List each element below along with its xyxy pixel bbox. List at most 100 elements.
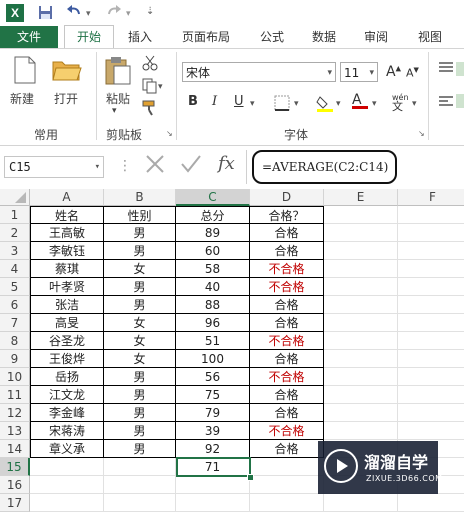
cell-a16[interactable] <box>30 476 104 494</box>
cell-b8[interactable]: 女 <box>104 332 176 350</box>
clipboard-launcher-icon[interactable]: ↘ <box>166 129 173 138</box>
row-header-7[interactable]: 7 <box>0 314 30 332</box>
merge-center-icon[interactable] <box>456 94 464 108</box>
cell-e1[interactable] <box>324 206 398 224</box>
cell-f8[interactable] <box>398 332 464 350</box>
row-header-5[interactable]: 5 <box>0 278 30 296</box>
insert-function-button[interactable]: fx <box>218 153 235 174</box>
cell-e9[interactable] <box>324 350 398 368</box>
cell-b10[interactable]: 男 <box>104 368 176 386</box>
tab-insert[interactable]: 插入 <box>120 26 160 48</box>
cell-c4[interactable]: 58 <box>176 260 250 278</box>
row-header-15[interactable]: 15 <box>0 458 30 476</box>
row-header-13[interactable]: 13 <box>0 422 30 440</box>
cell-e11[interactable] <box>324 386 398 404</box>
cell-d5[interactable]: 不合格 <box>250 278 324 296</box>
cell-b12[interactable]: 男 <box>104 404 176 422</box>
cell-f5[interactable] <box>398 278 464 296</box>
phonetic-dropdown-icon[interactable]: ▾ <box>412 99 417 109</box>
confirm-entry-icon[interactable] <box>180 152 202 179</box>
cell-e12[interactable] <box>324 404 398 422</box>
cell-a3[interactable]: 李敏钰 <box>30 242 104 260</box>
cell-a14[interactable]: 章义承 <box>30 440 104 458</box>
cell-e3[interactable] <box>324 242 398 260</box>
cell-d8[interactable]: 不合格 <box>250 332 324 350</box>
cell-e2[interactable] <box>324 224 398 242</box>
cell-c1[interactable]: 总分 <box>176 206 250 224</box>
cell-d11[interactable]: 合格 <box>250 386 324 404</box>
tab-home[interactable]: 开始 <box>64 25 114 49</box>
customize-quick-access-icon[interactable]: ⇣ <box>146 6 154 17</box>
format-painter-icon[interactable] <box>142 100 158 119</box>
cell-d2[interactable]: 合格 <box>250 224 324 242</box>
shrink-font-icon[interactable]: A▼ <box>406 66 419 80</box>
cell-b6[interactable]: 男 <box>104 296 176 314</box>
row-header-9[interactable]: 9 <box>0 350 30 368</box>
cell-d6[interactable]: 合格 <box>250 296 324 314</box>
paste-dropdown-icon[interactable]: ▾ <box>112 106 117 116</box>
cell-c3[interactable]: 60 <box>176 242 250 260</box>
italic-button[interactable]: I <box>212 94 217 109</box>
cell-c11[interactable]: 75 <box>176 386 250 404</box>
cell-d1[interactable]: 合格？ <box>250 206 324 224</box>
row-header-6[interactable]: 6 <box>0 296 30 314</box>
cell-a1[interactable]: 姓名 <box>30 206 104 224</box>
font-color-icon[interactable]: A <box>352 92 368 109</box>
borders-dropdown-icon[interactable]: ▾ <box>294 99 299 109</box>
cell-b17[interactable] <box>104 494 176 512</box>
open-folder-icon[interactable] <box>52 58 82 85</box>
cell-b14[interactable]: 男 <box>104 440 176 458</box>
cell-f4[interactable] <box>398 260 464 278</box>
cell-c14[interactable]: 92 <box>176 440 250 458</box>
phonetic-guide-icon[interactable]: wén 文 <box>392 93 409 112</box>
row-header-8[interactable]: 8 <box>0 332 30 350</box>
cell-d15[interactable] <box>250 458 324 476</box>
wrap-text-icon[interactable] <box>456 62 464 76</box>
cell-c10[interactable]: 56 <box>176 368 250 386</box>
active-cell-selection[interactable] <box>176 457 251 477</box>
cell-d4[interactable]: 不合格 <box>250 260 324 278</box>
cell-a6[interactable]: 张洁 <box>30 296 104 314</box>
cell-a15[interactable] <box>30 458 104 476</box>
cell-b11[interactable]: 男 <box>104 386 176 404</box>
cell-b15[interactable] <box>104 458 176 476</box>
cell-c6[interactable]: 88 <box>176 296 250 314</box>
cell-d16[interactable] <box>250 476 324 494</box>
column-header-b[interactable]: B <box>104 189 176 206</box>
column-header-a[interactable]: A <box>30 189 104 206</box>
font-name-combo[interactable]: 宋体 ▾ <box>182 62 336 82</box>
new-button[interactable]: 新建 <box>10 90 34 107</box>
bold-button[interactable]: B <box>188 94 198 109</box>
cell-f1[interactable] <box>398 206 464 224</box>
tab-review[interactable]: 审阅 <box>356 26 396 48</box>
name-box[interactable]: C15 ▾ <box>4 156 104 178</box>
cell-b16[interactable] <box>104 476 176 494</box>
paste-button[interactable]: 粘贴 <box>106 90 130 107</box>
cell-d14[interactable]: 合格 <box>250 440 324 458</box>
cell-e5[interactable] <box>324 278 398 296</box>
cut-scissors-icon[interactable] <box>142 55 158 74</box>
cell-c7[interactable]: 96 <box>176 314 250 332</box>
font-size-combo[interactable]: 11 ▾ <box>340 62 378 82</box>
row-header-14[interactable]: 14 <box>0 440 30 458</box>
underline-dropdown-icon[interactable]: ▾ <box>250 99 255 109</box>
formula-input[interactable]: =AVERAGE(C2:C14) <box>252 150 397 184</box>
cell-d12[interactable]: 合格 <box>250 404 324 422</box>
cell-b4[interactable]: 女 <box>104 260 176 278</box>
underline-button[interactable]: U <box>234 94 244 109</box>
cell-f2[interactable] <box>398 224 464 242</box>
font-launcher-icon[interactable]: ↘ <box>418 129 425 138</box>
redo-icon[interactable] <box>106 5 122 24</box>
cell-a17[interactable] <box>30 494 104 512</box>
column-header-c[interactable]: C <box>176 189 250 206</box>
cell-d17[interactable] <box>250 494 324 512</box>
cell-d13[interactable]: 不合格 <box>250 422 324 440</box>
copy-icon[interactable] <box>142 78 158 97</box>
cell-e8[interactable] <box>324 332 398 350</box>
cell-a9[interactable]: 王俊烨 <box>30 350 104 368</box>
cell-e17[interactable] <box>324 494 398 512</box>
new-document-icon[interactable] <box>14 56 36 87</box>
cell-d9[interactable]: 合格 <box>250 350 324 368</box>
name-box-dropdown-icon[interactable]: ▾ <box>95 157 100 177</box>
cell-f10[interactable] <box>398 368 464 386</box>
